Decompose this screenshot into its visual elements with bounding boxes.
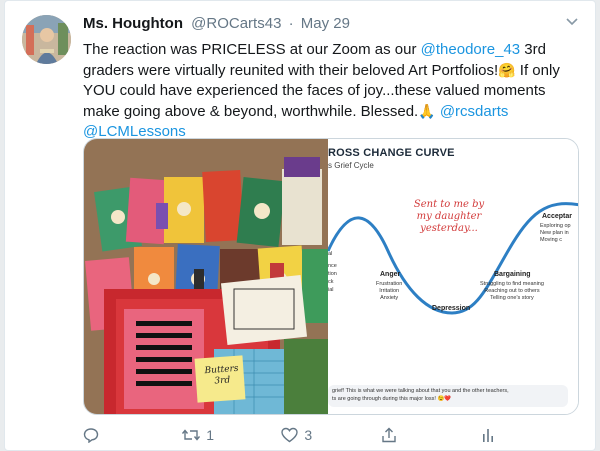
slide-left-clip-5: ial xyxy=(328,287,334,293)
art-portfolios-photo[interactable]: Butters 3rd xyxy=(84,139,328,414)
mention-theodore-43[interactable]: @theodore_43 xyxy=(421,41,520,58)
separator-dot: · xyxy=(288,15,294,32)
stage-bargaining-label: Bargaining xyxy=(494,271,531,278)
folded-hands-emoji: 🙏 xyxy=(418,103,436,119)
stage-acceptance-label: Acceptar xyxy=(542,213,572,220)
acceptance-desc-3: Moving c xyxy=(540,237,563,243)
reply-button[interactable] xyxy=(83,427,182,443)
stage-anger-label: Anger xyxy=(380,271,401,278)
acceptance-desc-1: Exploring op xyxy=(540,223,571,229)
tweet-card[interactable]: Ms. Houghton @ROCarts43 · May 29 The rea… xyxy=(4,0,596,451)
retweet-button[interactable]: 1 xyxy=(182,427,281,443)
chat-line-2: ts are going through during this major l… xyxy=(332,396,436,402)
tweet-text-part-1: The reaction was PRICELESS at our Zoom a… xyxy=(83,41,421,58)
chevron-down-icon[interactable] xyxy=(563,15,581,29)
mention-rcsdarts[interactable]: @rcsdarts xyxy=(440,103,509,120)
change-curve-line xyxy=(328,202,578,315)
retweet-icon xyxy=(182,429,201,441)
stage-anger-desc: Frustration Irritation Anxiety xyxy=(376,281,402,302)
share-icon xyxy=(381,427,396,443)
retweet-count: 1 xyxy=(206,427,214,443)
like-button[interactable]: 3 xyxy=(281,427,380,443)
chat-line-1: grief! This is what we were talking abou… xyxy=(332,388,509,394)
slide-left-clip-2: nce xyxy=(328,263,337,269)
action-bar: 1 3 xyxy=(83,425,579,445)
analytics-icon xyxy=(482,429,493,442)
heart-icon xyxy=(281,427,299,443)
chat-message: grief! This is what we were talking abou… xyxy=(328,385,568,407)
stage-depression-label: Depression xyxy=(432,305,471,312)
acceptance-desc-2: New plan in xyxy=(540,230,569,236)
tweet-text: The reaction was PRICELESS at our Zoom a… xyxy=(83,40,583,142)
anger-desc-1: Frustration xyxy=(376,281,403,287)
slide-left-clip-3: tion xyxy=(328,271,337,277)
tweet-header: Ms. Houghton @ROCarts43 · May 29 xyxy=(83,15,350,32)
anger-desc-3: Anxiety xyxy=(380,295,399,301)
bargaining-desc-2: Reaching out to others xyxy=(484,288,540,294)
stage-acceptance-desc: Exploring op New plan in Moving c xyxy=(540,223,571,244)
author-name[interactable]: Ms. Houghton xyxy=(83,15,183,32)
avatar-image xyxy=(22,15,71,64)
tweet-media[interactable]: Butters 3rd ROSS CHANGE CURVE s Grief Cy… xyxy=(83,138,579,415)
share-button[interactable] xyxy=(381,427,480,443)
slide-left-clip-1: al xyxy=(328,251,333,257)
bargaining-desc-1: Struggling to find meaning xyxy=(480,281,544,287)
change-curve-slide[interactable]: ROSS CHANGE CURVE s Grief Cycle al nce t… xyxy=(328,139,578,414)
analytics-button[interactable] xyxy=(480,427,579,443)
like-count: 3 xyxy=(304,427,313,443)
stage-bargaining-desc: Struggling to find meaning Reaching out … xyxy=(480,281,544,302)
tweet-date[interactable]: May 29 xyxy=(301,15,350,32)
slide-left-clip-4: ck xyxy=(328,279,334,285)
author-handle[interactable]: @ROCarts43 xyxy=(191,15,281,32)
chat-emojis: 😉❤️ xyxy=(437,396,452,402)
sticky-note-text: Butters 3rd xyxy=(201,364,242,389)
hugging-face-emoji: 🤗 xyxy=(498,62,516,78)
anger-desc-2: Irritation xyxy=(379,288,400,294)
bargaining-desc-3: Telling one's story xyxy=(490,295,534,301)
handwritten-note: Sent to me by my daughter yesterday... xyxy=(413,199,485,234)
avatar[interactable] xyxy=(22,15,71,64)
reply-icon xyxy=(83,428,99,443)
